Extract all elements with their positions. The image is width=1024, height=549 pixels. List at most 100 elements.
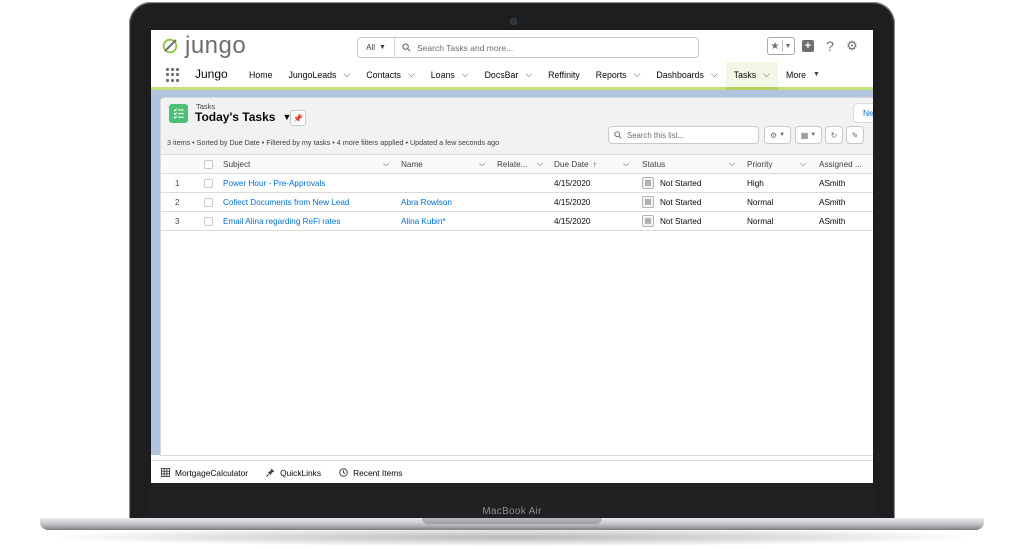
refresh-icon: ↻ [830, 130, 838, 140]
utility-bar: MortgageCalculator QuickLinks Recent Ite… [151, 460, 873, 483]
task-due-date: 4/15/2020 [554, 216, 591, 226]
chevron-down-icon[interactable]: ⌵ [711, 69, 718, 80]
nav-item-docsbar[interactable]: DocsBar ⌵ [477, 62, 541, 87]
column-menu-name[interactable]: ⌵ [479, 155, 485, 173]
global-search-input[interactable] [417, 40, 687, 55]
search-scope-label: All [366, 43, 375, 52]
column-header-status[interactable]: Status [642, 155, 665, 173]
row-number: 3 [175, 216, 180, 226]
app-screen: jungo All ▼ ★▼ + ? ⚙ Jungo Home [151, 30, 873, 483]
nav-item-tasks[interactable]: Tasks ⌵ [725, 62, 779, 90]
nav-item-reports[interactable]: Reports ⌵ [588, 62, 649, 87]
column-header-assigned[interactable]: Assigned ... [819, 155, 862, 173]
star-icon: ★ [770, 40, 780, 52]
nav-items: Home JungoLeads ⌵ Contacts ⌵ Loans ⌵ DocsBa… [241, 62, 828, 90]
new-button[interactable]: Ne [853, 103, 873, 123]
search-scope-select[interactable]: All ▼ [358, 38, 395, 57]
chevron-down-icon[interactable]: ⌵ [343, 69, 350, 80]
app-launcher-icon[interactable] [166, 68, 180, 82]
chevron-down-icon[interactable]: ⌵ [462, 69, 469, 80]
task-status: Not Started [642, 174, 701, 192]
task-priority: Normal [747, 216, 774, 226]
utility-item-mortgage-calculator[interactable]: MortgageCalculator [160, 468, 248, 478]
global-header: jungo All ▼ ★▼ + ? ⚙ [151, 30, 873, 62]
column-header-due-date[interactable]: Due Date ↑ [554, 155, 597, 173]
column-menu-related[interactable]: ⌵ [537, 155, 543, 173]
table-header: Subject ⌵ Name ⌵ Relate... ⌵ Due Date ↑ ⌵… [161, 155, 873, 174]
nav-item-reffinity[interactable]: Reffinity [540, 62, 588, 87]
task-subject-link[interactable]: Power Hour - Pre-Approvals [223, 174, 325, 192]
help-icon[interactable]: ? [821, 37, 839, 55]
column-menu-priority[interactable]: ⌵ [800, 155, 806, 173]
column-header-name[interactable]: Name [401, 155, 423, 173]
row-checkbox[interactable] [204, 193, 213, 211]
edit-button[interactable]: ✎ [846, 126, 864, 144]
jungo-logo-icon [162, 38, 178, 54]
task-due-date: 4/15/2020 [554, 178, 591, 188]
global-actions-button[interactable]: + [799, 37, 817, 55]
caret-down-icon[interactable]: ▼ [813, 71, 820, 78]
column-menu-due-date[interactable]: ⌵ [623, 155, 629, 173]
list-search [608, 126, 759, 144]
chevron-down-icon[interactable]: ⌵ [408, 69, 415, 80]
caret-down-icon: ▼ [378, 44, 386, 51]
gear-icon: ⚙ [769, 130, 778, 140]
refresh-button[interactable]: ↻ [825, 126, 843, 144]
select-all-checkbox[interactable] [204, 155, 213, 173]
task-assigned: ASmith [819, 197, 846, 207]
status-icon [642, 196, 654, 208]
column-header-priority[interactable]: Priority [747, 155, 772, 173]
caret-down-icon: ▼ [810, 132, 817, 138]
task-assigned: ASmith [819, 178, 846, 188]
chevron-down-icon: ⌵ [479, 159, 486, 168]
table-row[interactable]: 3 Email Alina regarding ReFi rates Alina… [161, 212, 873, 231]
plus-icon: + [802, 40, 814, 52]
table-row[interactable]: 1 Power Hour - Pre-Approvals 4/15/2020 N… [161, 174, 873, 193]
task-name-link[interactable]: Abra Rowlson [401, 193, 452, 211]
chevron-down-icon: ⌵ [729, 159, 736, 168]
utility-item-recent-items[interactable]: Recent Items [338, 468, 402, 478]
row-checkbox[interactable] [204, 212, 213, 230]
chevron-down-icon[interactable]: ⌵ [763, 69, 770, 80]
camera [510, 18, 517, 25]
list-view-panel: Tasks Today's Tasks ▼ 📌 Ne 3 items • Sor… [161, 98, 873, 455]
column-menu-status[interactable]: ⌵ [729, 155, 735, 173]
device-label: MacBook Air [482, 506, 542, 517]
chevron-down-icon: ⌵ [800, 159, 807, 168]
task-assigned: ASmith [819, 216, 846, 226]
column-header-subject[interactable]: Subject [223, 155, 250, 173]
display-as-button[interactable]: ▦ ▼ [795, 126, 822, 144]
global-search: All ▼ [357, 37, 699, 58]
clock-icon [338, 468, 348, 478]
nav-item-loans[interactable]: Loans ⌵ [423, 62, 477, 87]
row-checkbox[interactable] [204, 174, 213, 192]
jungo-logo[interactable]: jungo [161, 33, 246, 59]
column-header-related[interactable]: Relate... [497, 155, 528, 173]
gear-icon[interactable]: ⚙ [843, 37, 861, 55]
chevron-down-icon: ⌵ [537, 159, 544, 168]
nav-item-jungoleads[interactable]: JungoLeads ⌵ [280, 62, 358, 87]
list-view-selector[interactable]: Today's Tasks ▼ [195, 110, 291, 124]
chevron-down-icon[interactable]: ⌵ [525, 69, 532, 80]
table-row[interactable]: 2 Collect Documents from New Lead Abra R… [161, 193, 873, 212]
column-menu-subject[interactable]: ⌵ [383, 155, 389, 173]
task-name-link[interactable]: Alina Kubin* [401, 212, 446, 230]
list-info-text: 3 items • Sorted by Due Date • Filtered … [167, 138, 500, 147]
row-number: 1 [175, 178, 180, 188]
favorites-button[interactable]: ★ ▼ [767, 37, 795, 55]
nav-item-dashboards[interactable]: Dashboards ⌵ [648, 62, 725, 87]
utility-icons: ★ ▼ + ? ⚙ [767, 37, 861, 55]
task-subject-link[interactable]: Email Alina regarding ReFi rates [223, 212, 340, 230]
list-view-title: Today's Tasks [195, 110, 276, 124]
status-icon [642, 215, 654, 227]
nav-item-contacts[interactable]: Contacts ⌵ [358, 62, 423, 87]
task-priority: High [747, 178, 764, 188]
task-subject-link[interactable]: Collect Documents from New Lead [223, 193, 350, 211]
nav-item-more[interactable]: More ▼ [778, 62, 828, 87]
nav-item-home[interactable]: Home [241, 62, 280, 87]
utility-item-quicklinks[interactable]: QuickLinks [265, 468, 321, 478]
list-settings-button[interactable]: ⚙ ▼ [764, 126, 791, 144]
pin-icon[interactable]: 📌 [290, 110, 306, 126]
chevron-down-icon[interactable]: ⌵ [634, 69, 641, 80]
list-search-input[interactable] [627, 130, 747, 140]
